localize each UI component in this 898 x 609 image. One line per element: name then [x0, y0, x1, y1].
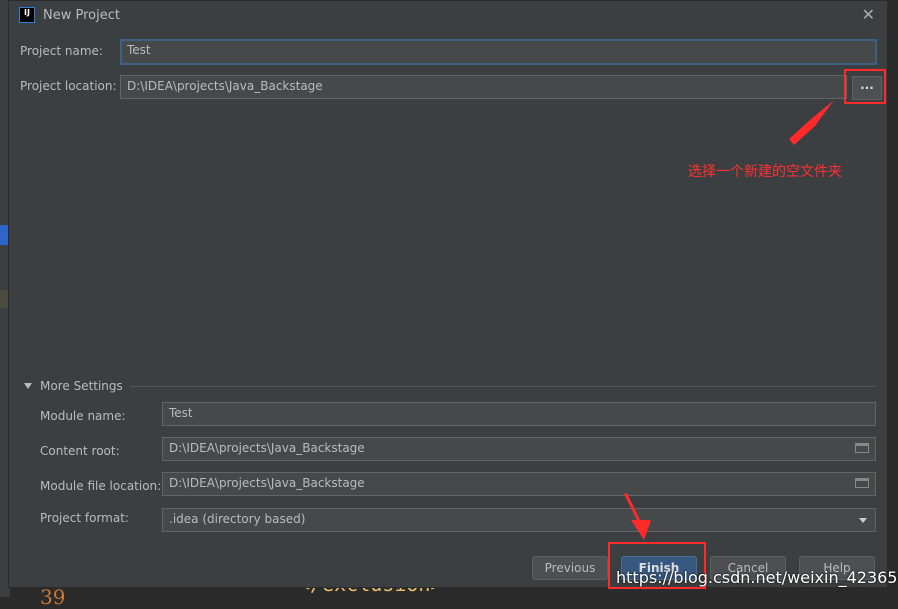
arrow-to-browse: [789, 100, 834, 145]
arrow-to-finish: [624, 493, 651, 540]
watermark: https://blog.csdn.net/weixin_42365530: [616, 568, 898, 587]
annotation-note: 选择一个新建的空文件夹: [688, 164, 842, 180]
annotation-arrows: [624, 100, 834, 540]
